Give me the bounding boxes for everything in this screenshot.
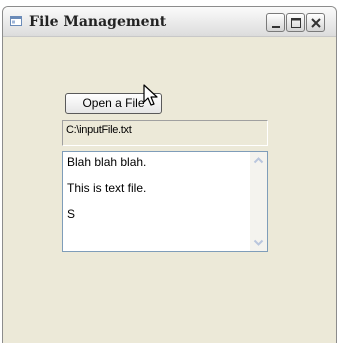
chevron-up-icon[interactable] — [250, 152, 267, 169]
maximize-button[interactable] — [286, 13, 305, 32]
maximize-icon — [291, 18, 301, 28]
text-line: S — [67, 207, 76, 221]
minimize-button[interactable] — [266, 13, 285, 32]
app-window-icon — [10, 16, 22, 26]
mouse-pointer-icon — [143, 84, 158, 106]
file-path-label: C:\inputFile.txt — [62, 120, 268, 146]
chevron-down-icon[interactable] — [250, 234, 267, 251]
text-line: Blah blah blah. — [67, 155, 147, 169]
file-management-window: File Management Open a File C:\inputFile… — [2, 6, 337, 343]
minimize-icon — [272, 26, 280, 28]
title-bar[interactable]: File Management — [3, 7, 336, 37]
close-icon — [311, 18, 321, 28]
text-line: This is text file. — [67, 181, 147, 195]
file-content-textbox[interactable]: Blah blah blah. This is text file. S — [62, 151, 268, 252]
file-content-text: Blah blah blah. This is text file. S — [67, 155, 247, 233]
window-title: File Management — [29, 14, 167, 30]
vertical-scrollbar[interactable] — [250, 152, 267, 251]
close-button[interactable] — [306, 13, 325, 32]
